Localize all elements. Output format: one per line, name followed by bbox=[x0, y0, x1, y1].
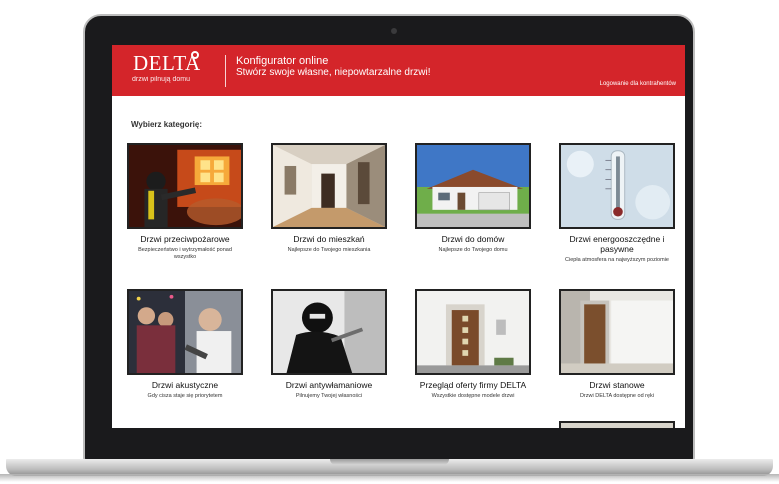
site-header: DELTA drzwi pilnują domu Konfigurator on… bbox=[112, 45, 685, 96]
party-noise-image[interactable] bbox=[127, 289, 243, 375]
front-door-image[interactable] bbox=[415, 289, 531, 375]
burglar-image[interactable] bbox=[271, 289, 387, 375]
header-subtitle: Stwórz swoje własne, niepowtarzalne drzw… bbox=[236, 67, 431, 78]
laptop-notch bbox=[330, 459, 449, 465]
category-card-house[interactable]: Drzwi do domów Najlepsze do Twojego domu bbox=[415, 143, 531, 254]
apartment-hallway-image[interactable] bbox=[271, 143, 387, 229]
category-title[interactable]: Drzwi do domów bbox=[415, 234, 531, 244]
category-desc: Pilnujemy Twojej własności bbox=[295, 393, 363, 399]
category-title[interactable]: Drzwi do mieszkań bbox=[271, 234, 387, 244]
category-desc: Ciepła atmosfera na najwyższym poziomie bbox=[565, 257, 669, 263]
logo-ring-icon bbox=[191, 51, 199, 59]
category-desc: Gdy cisza staje się priorytetem bbox=[147, 393, 223, 399]
category-desc: Wszystkie dostępne modele drzwi bbox=[431, 393, 515, 399]
browser-screen: DELTA drzwi pilnują domu Konfigurator on… bbox=[112, 45, 685, 428]
category-card-offer[interactable]: Przegląd oferty firmy DELTA Wszystkie do… bbox=[415, 289, 531, 400]
category-title[interactable]: Drzwi przeciwpożarowe bbox=[127, 234, 243, 244]
interior-door-image[interactable] bbox=[559, 289, 675, 375]
category-card-apartment[interactable]: Drzwi do mieszkań Najlepsze do Twojego m… bbox=[271, 143, 387, 254]
firefighter-image[interactable] bbox=[127, 143, 243, 229]
category-desc: Najlepsze do Twojego mieszkania bbox=[287, 247, 371, 253]
category-title[interactable]: Przegląd oferty firmy DELTA bbox=[415, 380, 531, 390]
partial-next-card bbox=[559, 421, 675, 428]
header-divider bbox=[225, 55, 226, 87]
category-card-fire[interactable]: Drzwi przeciwpożarowe Bezpieczeństwo i w… bbox=[127, 143, 243, 261]
camera-icon bbox=[391, 28, 397, 34]
logo-tagline: drzwi pilnują domu bbox=[132, 76, 190, 83]
category-card-acoustic[interactable]: Drzwi akustyczne Gdy cisza staje się pri… bbox=[127, 289, 243, 400]
house-image[interactable] bbox=[415, 143, 531, 229]
category-card-stock[interactable]: Drzwi stanowe Drzwi DELTA dostępne od rę… bbox=[559, 289, 675, 400]
category-card-energy[interactable]: Drzwi energooszczędne i pasywne Ciepła a… bbox=[559, 143, 675, 264]
section-title: Wybierz kategorię: bbox=[131, 120, 202, 129]
header-title: Konfigurator online bbox=[236, 55, 329, 67]
category-title[interactable]: Drzwi akustyczne bbox=[127, 380, 243, 390]
category-desc: Bezpieczeństwo i wytrzymałość ponad wszy… bbox=[138, 247, 232, 260]
category-desc: Drzwi DELTA dostępne od ręki bbox=[579, 393, 655, 399]
category-card-security[interactable]: Drzwi antywłamaniowe Pilnujemy Twojej wł… bbox=[271, 289, 387, 400]
category-title[interactable]: Drzwi antywłamaniowe bbox=[271, 380, 387, 390]
category-title[interactable]: Drzwi energooszczędne i pasywne bbox=[559, 234, 675, 254]
frozen-thermometer-image[interactable] bbox=[559, 143, 675, 229]
laptop-shadow bbox=[0, 474, 779, 482]
category-desc: Najlepsze do Twojego domu bbox=[438, 247, 508, 253]
category-title[interactable]: Drzwi stanowe bbox=[559, 380, 675, 390]
login-link[interactable]: Logowanie dla kontrahentów bbox=[600, 81, 676, 87]
